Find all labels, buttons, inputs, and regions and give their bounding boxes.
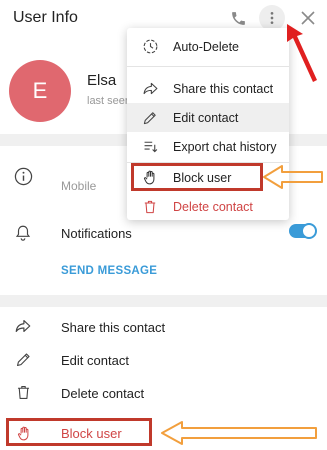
menu-item-label: Delete contact [173,199,253,214]
toggle-knob [301,223,317,239]
arrow-annotation-bottom [161,421,317,445]
menu-block-user-highlight [131,163,263,191]
section-divider [0,295,327,307]
phone-icon[interactable] [226,6,250,30]
block-user-action[interactable]: Block user [61,426,122,441]
export-icon [139,136,161,158]
arrow-annotation-menu [263,165,323,189]
notifications-toggle[interactable] [289,223,317,239]
menu-item-label: Export chat history [173,139,277,154]
timer-icon [139,36,161,58]
pencil-icon [139,107,161,129]
pencil-icon[interactable] [12,348,34,370]
trash-icon[interactable] [12,381,34,403]
block-hand-icon[interactable] [13,422,35,444]
bell-icon [12,222,34,244]
menu-item-export-chat[interactable]: Export chat history [127,132,289,161]
delete-contact-action[interactable]: Delete contact [61,386,144,401]
send-message-link[interactable]: SEND MESSAGE [61,265,157,277]
menu-item-share-contact[interactable]: Share this contact [127,74,289,103]
trash-icon [139,196,161,218]
notifications-label: Notifications [61,226,132,241]
contact-name: Elsa [87,72,117,89]
menu-item-auto-delete[interactable]: Auto-Delete [127,32,289,61]
share-icon [139,78,161,100]
menu-item-delete-contact[interactable]: Delete contact [127,192,289,221]
page-title: User Info [13,9,78,26]
menu-item-edit-contact[interactable]: Edit contact [127,103,289,132]
contact-status: last seen [87,95,132,107]
context-menu: Auto-Delete Share this contact Edit cont… [127,28,289,220]
pointer-arrow [287,24,317,82]
menu-item-label: Auto-Delete [173,39,240,54]
mobile-label: Mobile [61,179,97,193]
share-contact-action[interactable]: Share this contact [61,320,165,335]
menu-item-label: Share this contact [173,81,274,96]
avatar-initial: E [32,78,48,103]
share-icon[interactable] [12,315,34,337]
info-icon [12,165,34,187]
avatar: E [9,60,71,122]
menu-separator [127,66,289,67]
edit-contact-action[interactable]: Edit contact [61,353,129,368]
menu-item-label: Edit contact [173,110,239,125]
